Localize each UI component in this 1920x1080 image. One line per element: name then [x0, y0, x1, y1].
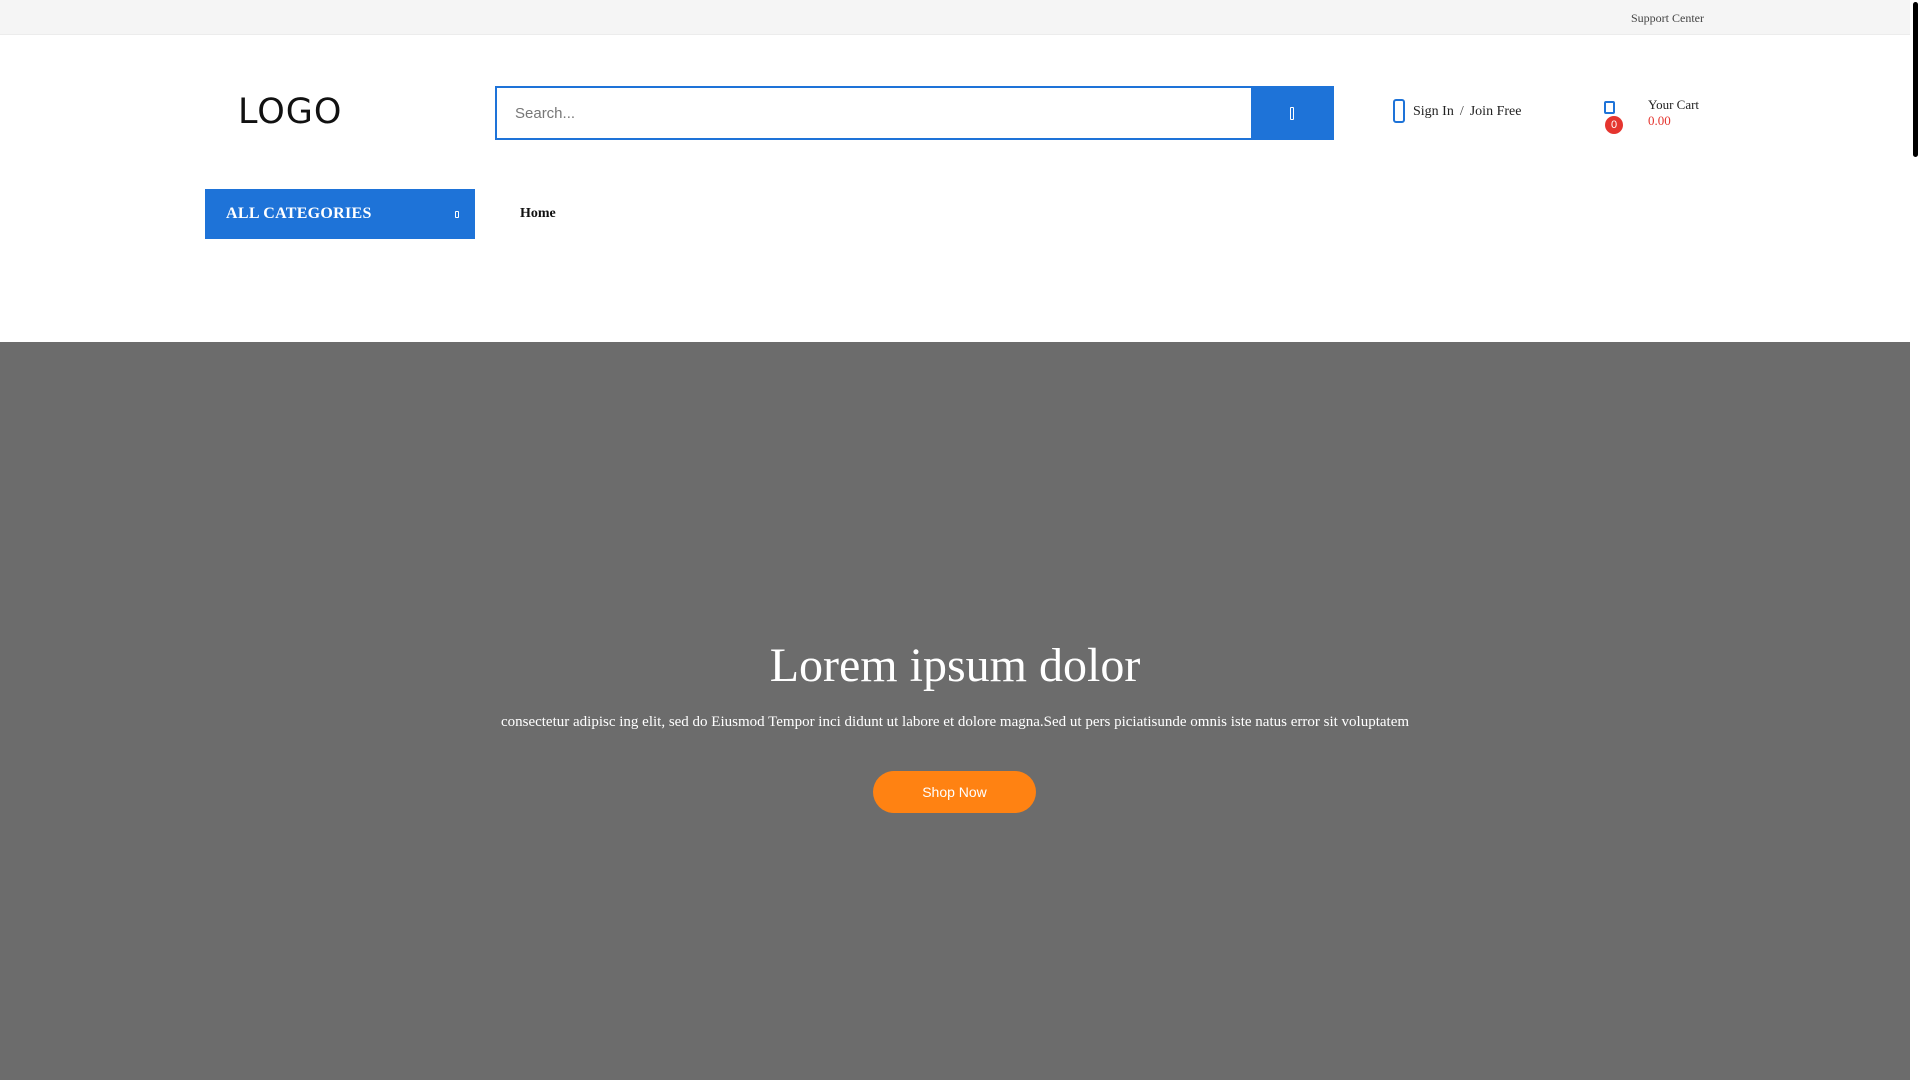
- hero-banner: Lorem ipsum dolor consectetur adipisc in…: [0, 342, 1910, 1080]
- hero-heading: Lorem ipsum dolor: [769, 639, 1141, 692]
- search-bar: [495, 86, 1334, 140]
- top-bar: Support Center: [0, 0, 1910, 35]
- join-free-link[interactable]: Join Free: [1470, 104, 1522, 120]
- hero-subtitle: consectetur adipisc ing elit, sed do Eiu…: [500, 714, 1410, 730]
- cart-widget[interactable]: 0 Your Cart 0.00: [1603, 96, 1713, 136]
- shop-now-button[interactable]: Shop Now: [873, 771, 1036, 813]
- nav-item-home[interactable]: Home: [520, 206, 556, 222]
- categories-label: ALL CATEGORIES: [226, 205, 372, 222]
- cart-amount: 0.00: [1648, 113, 1671, 128]
- search-icon: [1289, 106, 1294, 120]
- support-center-link[interactable]: Support Center: [1631, 11, 1704, 26]
- search-button[interactable]: [1251, 88, 1332, 138]
- search-input[interactable]: [497, 88, 1251, 138]
- account-links: Sign In / Join Free: [1393, 99, 1522, 123]
- scrollbar-thumb[interactable]: [1913, 2, 1918, 157]
- user-icon: [1393, 99, 1405, 123]
- cart-count-badge: 0: [1605, 116, 1623, 134]
- menu-toggle-icon: [455, 210, 459, 218]
- scrollbar[interactable]: [1910, 0, 1920, 1080]
- account-separator: /: [1459, 104, 1464, 119]
- cart-icon: [1604, 101, 1615, 114]
- cart-label: Your Cart: [1648, 97, 1700, 112]
- site-logo[interactable]: LOGO: [238, 92, 342, 132]
- all-categories-button[interactable]: ALL CATEGORIES: [205, 189, 475, 239]
- sign-in-link[interactable]: Sign In: [1413, 104, 1454, 120]
